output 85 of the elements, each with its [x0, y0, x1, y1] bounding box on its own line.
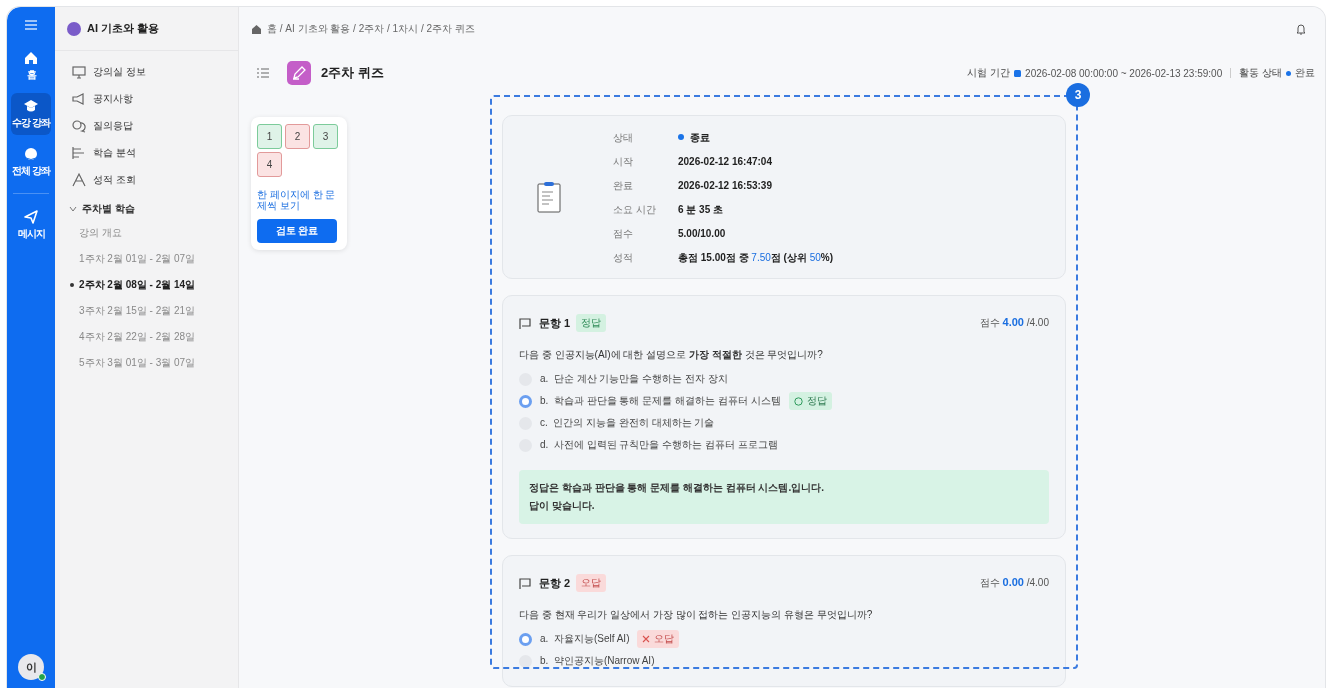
answer-tag: 정답 — [788, 392, 832, 410]
letter-a-icon — [71, 171, 87, 188]
summary-label: 점수 — [613, 226, 634, 241]
question-number-button[interactable]: 1 — [257, 124, 282, 149]
rail-nav-item[interactable]: 메시지 — [11, 204, 51, 246]
sidebar-menu-item[interactable]: 공지사항 — [71, 90, 238, 107]
monitor-icon — [71, 63, 87, 80]
result-tag: 오답 — [576, 574, 607, 592]
feedback-text: 답이 맞습니다. — [529, 499, 596, 513]
bullet-icon — [70, 283, 74, 287]
online-status-dot — [38, 673, 46, 681]
question-score: 점수 4.00 /4.00 — [979, 316, 1049, 330]
exam-period-label: 시험 기간 — [967, 66, 1011, 80]
answer-option: a. 단순 계산 기능만을 수행하는 전자 장치 — [540, 372, 728, 386]
answer-option: c. 인간의 지능을 완전히 대체하는 기술 — [540, 416, 715, 430]
status-dot-icon — [678, 134, 684, 140]
radio-button[interactable] — [519, 654, 532, 668]
bell-icon[interactable] — [1295, 23, 1307, 35]
pencil-icon — [287, 61, 311, 85]
answer-option: a. 자율지능(Self AI) — [540, 632, 630, 646]
answer-tag: 오답 — [637, 630, 680, 648]
step-number-badge: 3 — [1066, 83, 1090, 107]
question-text: 다음 중 인공지능(AI)에 대한 설명으로 가장 적절한 것은 무엇입니까? — [519, 348, 824, 362]
chevron-down-icon — [69, 205, 77, 213]
activity-status-value: 완료 — [1295, 66, 1315, 80]
sidebar-menu-item[interactable]: 학습 분석 — [71, 144, 238, 161]
summary-value: 6 분 35 초 — [678, 202, 725, 217]
summary-value: 2026-02-12 16:53:39 — [678, 178, 773, 193]
bar-chart-icon — [71, 144, 87, 161]
home-icon — [251, 24, 262, 34]
answer-option: b. 학습과 판단을 통해 문제를 해결하는 컴퓨터 시스템 — [540, 394, 781, 408]
summary-label: 완료 — [613, 178, 634, 193]
finish-review-button[interactable]: 검토 완료 — [257, 219, 337, 243]
summary-label: 시작 — [613, 154, 634, 169]
graduation-cap-icon — [23, 98, 39, 114]
exam-period-value: 2026-02-08 00:00:00 ~ 2026-02-13 23:59:00 — [1025, 67, 1223, 79]
rail-nav-item[interactable]: 전체 강좌 — [11, 141, 51, 183]
sidebar-menu-item[interactable]: 성적 조회 — [71, 171, 238, 188]
summary-label: 성적 — [613, 250, 634, 265]
user-avatar[interactable]: 이 — [18, 654, 44, 680]
home-icon — [23, 50, 39, 66]
flag-icon — [519, 577, 531, 589]
answer-option: b. 약인공지능(Narrow AI) — [540, 654, 655, 668]
radio-button[interactable] — [519, 394, 532, 408]
section-toggle[interactable]: 주차별 학습 — [55, 198, 135, 220]
circle-icon — [793, 396, 803, 406]
clipboard-icon — [537, 181, 561, 213]
course-title: AI 기초와 활용 — [87, 21, 160, 36]
single-page-link[interactable]: 한 페이지에 한 문제씩 보기 — [257, 189, 341, 211]
question-text: 다음 중 현재 우리가 일상에서 가장 많이 접하는 인공지능의 유형은 무엇입니까? — [519, 608, 874, 622]
page-title: 2주차 퀴즈 — [321, 64, 384, 82]
flag-icon — [519, 317, 531, 329]
summary-value: 5.00/10.00 — [678, 226, 727, 241]
list-icon[interactable] — [257, 68, 269, 78]
activity-status-label: 활동 상태 — [1239, 66, 1282, 80]
sidebar-menu-item[interactable]: 질의응답 — [71, 117, 238, 134]
breadcrumb-trail: 홈 / AI 기초와 활용 / 2주차 / 1차시 / 2주차 퀴즈 — [267, 22, 475, 36]
sidebar-menu-item[interactable]: 강의실 정보 — [71, 63, 238, 80]
status-dot-icon — [1286, 70, 1291, 76]
question-number-button[interactable]: 4 — [257, 152, 282, 177]
rail-nav-item[interactable]: 홈 — [11, 45, 51, 87]
chat-bubbles-icon — [71, 117, 87, 134]
x-mark-icon — [642, 635, 651, 643]
summary-value: 2026-02-12 16:47:04 — [678, 154, 773, 169]
question-number-button[interactable]: 3 — [313, 124, 338, 149]
question-score: 점수 0.00 /4.00 — [979, 576, 1049, 590]
summary-value: 총점 15.00점 중 7.50점 (상위 50%) — [678, 250, 834, 265]
answer-option: d. 사전에 입력된 규칙만을 수행하는 컴퓨터 프로그램 — [540, 438, 778, 452]
question-title: 문항 1 — [539, 315, 571, 331]
calendar-icon — [1014, 69, 1022, 77]
result-tag: 정답 — [576, 314, 607, 332]
paper-plane-icon — [23, 209, 39, 225]
megaphone-icon — [71, 90, 87, 107]
summary-label: 상태 — [613, 130, 634, 145]
question-number-button[interactable]: 2 — [285, 124, 310, 149]
radio-button[interactable] — [519, 632, 532, 646]
summary-label: 소요 시간 — [613, 202, 657, 217]
summary-value: 종료 — [678, 129, 834, 145]
feedback-text: 정답은 학습과 판단을 통해 문제를 해결하는 컴퓨터 시스템.입니다. — [529, 481, 825, 495]
menu-icon[interactable] — [24, 19, 38, 31]
course-avatar-icon — [67, 21, 81, 36]
week-link[interactable]: 2주차 2월 08일 - 2월 14일 — [55, 272, 238, 298]
rail-nav-item[interactable]: 수강 강좌 — [11, 93, 51, 135]
question-title: 문항 2 — [539, 575, 571, 591]
globe-icon — [23, 146, 39, 162]
